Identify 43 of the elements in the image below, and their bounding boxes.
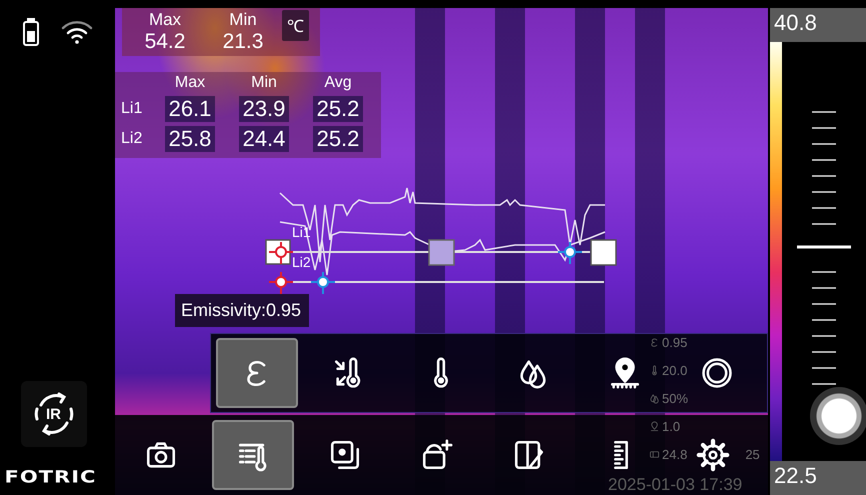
table-cell: 25.2 xyxy=(312,96,364,122)
epsilon-icon xyxy=(649,336,660,348)
tool-button[interactable] xyxy=(216,338,298,408)
column-header: Min xyxy=(229,10,257,30)
unit-label: ℃ xyxy=(282,10,309,41)
table-cell: 24.4 xyxy=(238,126,290,152)
settings-icon xyxy=(696,438,730,472)
line-label: Li2 xyxy=(292,254,311,270)
battery-icon xyxy=(22,18,38,46)
brand-logo: FOTRIC xyxy=(4,467,96,487)
parameter-value: 1.0 xyxy=(662,418,680,434)
emissivity-label: Emissivity:0.95 xyxy=(175,294,310,327)
table-cell: 25.8 xyxy=(164,126,216,152)
timestamp: 2025-01-03 17:39 xyxy=(608,475,742,495)
parameter-value: 24.8 xyxy=(662,446,688,462)
parameter-value: 20.0 xyxy=(662,362,688,378)
column-header: Max xyxy=(148,10,182,30)
pin-icon xyxy=(649,420,660,432)
parameter-value: 25 xyxy=(745,446,760,462)
measurement-line[interactable] xyxy=(265,239,617,266)
tool-button[interactable] xyxy=(212,420,294,490)
ring-icon xyxy=(700,356,734,390)
temperature-value: 54.2 xyxy=(144,30,186,54)
droplets-icon xyxy=(649,392,660,404)
column-header: Avg xyxy=(324,74,352,92)
row-label: Li1 xyxy=(120,100,144,118)
table-cell: 26.1 xyxy=(164,96,216,122)
measurement-line[interactable] xyxy=(268,271,604,295)
ir-switch-button[interactable]: IR xyxy=(20,381,86,447)
column-header: Min xyxy=(251,74,277,92)
min-temperature-label: 22.5 xyxy=(770,461,866,495)
layered-squares-icon xyxy=(328,438,362,472)
table-cell: 25.2 xyxy=(312,126,364,152)
table-cell: 23.9 xyxy=(238,96,290,122)
column-header: Max xyxy=(174,74,206,92)
pin-ruler-icon xyxy=(608,356,642,390)
temperature-value: 21.3 xyxy=(222,30,264,54)
parameter-value: 0.95 xyxy=(662,334,688,350)
panel-pencil-icon xyxy=(512,438,546,472)
wifi-icon xyxy=(60,19,92,45)
max-temperature-label: 40.8 xyxy=(770,8,866,42)
row-label: Li2 xyxy=(120,130,144,148)
parameter-value: 50% xyxy=(662,390,688,406)
